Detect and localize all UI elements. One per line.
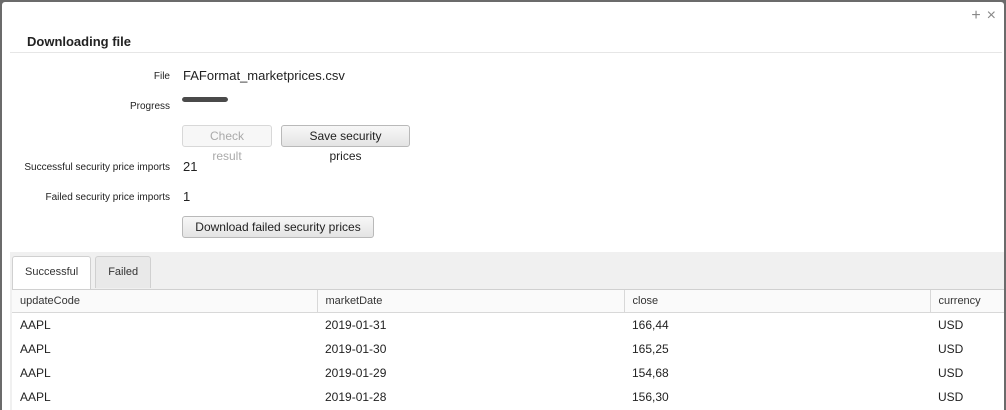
cell-marketdate: 2019-01-30 <box>325 342 387 356</box>
progress-label: Progress <box>129 101 170 112</box>
table-row[interactable]: AAPL 2019-01-29 154,68 USD <box>12 361 1004 385</box>
cell-currency: USD <box>938 342 964 356</box>
cell-updatecode: AAPL <box>20 318 51 332</box>
cell-updatecode: AAPL <box>20 390 51 404</box>
table-row[interactable]: AAPL 2019-01-28 156,30 USD <box>12 385 1004 409</box>
column-header-updatecode[interactable]: updateCode <box>12 290 318 313</box>
file-label: File <box>153 71 170 82</box>
check-result-button[interactable]: Check result <box>182 125 272 163</box>
failed-imports-count: 1 <box>183 189 191 204</box>
column-header-currency[interactable]: currency <box>930 290 1004 313</box>
save-security-prices-button[interactable]: Save security prices <box>281 125 410 163</box>
cell-marketdate: 2019-01-29 <box>325 366 387 380</box>
cell-updatecode: AAPL <box>20 342 51 356</box>
cell-updatecode: AAPL <box>20 366 51 380</box>
close-icon[interactable]: × <box>987 6 996 26</box>
download-dialog: + × Downloading file File FAFormat_marke… <box>2 2 1004 410</box>
successful-imports-label: Successful security price imports <box>24 162 170 173</box>
file-name: FAFormat_marketprices.csv <box>183 68 345 83</box>
column-header-marketdate[interactable]: marketDate <box>317 290 625 313</box>
download-failed-prices-button[interactable]: Download failed security prices <box>182 216 374 238</box>
results-table: updateCode marketDate close currency AAP… <box>12 290 1004 409</box>
tab-successful[interactable]: Successful <box>12 256 92 290</box>
results-panel: Successful Failed updateCode marketDate … <box>10 252 1004 410</box>
failed-imports-label: Failed security price imports <box>45 192 170 203</box>
window-titlebar: + × <box>2 2 1004 30</box>
cell-close: 156,30 <box>632 390 669 404</box>
progress-fill <box>182 97 228 102</box>
tab-failed[interactable]: Failed <box>95 256 152 288</box>
cell-close: 154,68 <box>632 366 669 380</box>
table-row[interactable]: AAPL 2019-01-31 166,44 USD <box>12 313 1004 338</box>
table-row[interactable]: AAPL 2019-01-30 165,25 USD <box>12 337 1004 361</box>
cell-marketdate: 2019-01-28 <box>325 390 387 404</box>
dialog-title: Downloading file <box>10 30 1002 53</box>
progress-bar <box>182 97 228 102</box>
successful-imports-count: 21 <box>183 159 198 174</box>
results-table-container: updateCode marketDate close currency AAP… <box>12 289 1004 410</box>
maximize-icon[interactable]: + <box>971 6 980 26</box>
cell-currency: USD <box>938 390 964 404</box>
table-header-row: updateCode marketDate close currency <box>12 290 1004 313</box>
results-tabs: Successful Failed <box>12 256 152 290</box>
cell-close: 165,25 <box>632 342 669 356</box>
cell-close: 166,44 <box>632 318 669 332</box>
cell-currency: USD <box>938 366 964 380</box>
window-controls: + × <box>971 6 996 26</box>
column-header-close[interactable]: close <box>624 290 931 313</box>
cell-currency: USD <box>938 318 964 332</box>
cell-marketdate: 2019-01-31 <box>325 318 387 332</box>
